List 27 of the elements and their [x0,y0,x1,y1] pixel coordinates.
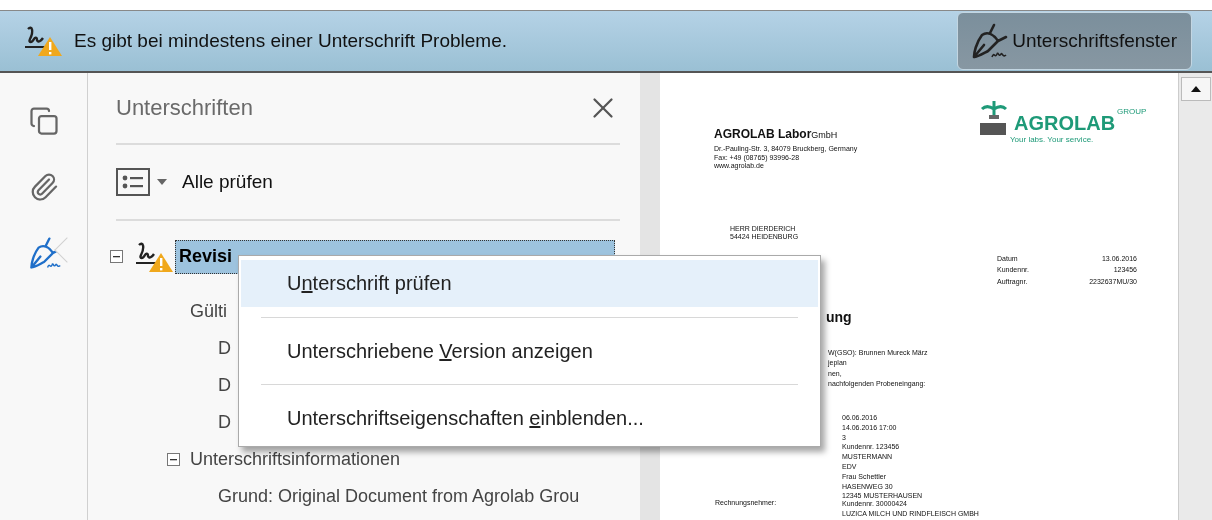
up-arrow-icon [1189,85,1202,93]
logo-tagline: Your labs. Your service. [1010,135,1094,145]
menu-item[interactable]: Unterschriftseigenschaften einblenden... [241,394,818,442]
logo-suffix: GROUP [1117,107,1147,117]
signature-panel-button[interactable]: Unterschriftsfenster [957,12,1192,70]
banner-message: Es gibt bei mindestens einer Unterschrift Probleme. [74,30,508,52]
tree-item[interactable]: D [218,375,231,396]
signature-warning-icon [22,25,64,57]
collapse-toggle[interactable] [110,250,123,263]
tree-item[interactable]: Gülti [190,301,227,322]
scroll-up-button[interactable] [1180,77,1211,101]
tree-item[interactable]: D [218,412,231,433]
scrollbar[interactable] [1178,73,1212,520]
panel-title: Unterschriften [116,95,253,121]
tree-item[interactable]: D [218,338,231,359]
menu-item[interactable]: Unterschrift prüfen [241,260,818,308]
tree-item[interactable]: Grund: Original Document from Agrolab Grou [218,486,580,507]
options-button[interactable] [116,167,168,197]
document-heading: ung [826,309,852,326]
company-name: AGROLAB LaborGmbH [714,127,839,142]
caret-icon [156,178,168,186]
tree-item[interactable]: Unterschriftsinformationen [190,449,401,470]
pages-icon [28,106,59,136]
logo-wordmark: AGROLAB [1014,111,1116,135]
menu-item[interactable]: Unterschriebene Version anzeigen [241,327,818,375]
verify-all-label[interactable]: Alle prüfen [182,171,273,193]
collapse-toggle[interactable] [167,453,180,466]
